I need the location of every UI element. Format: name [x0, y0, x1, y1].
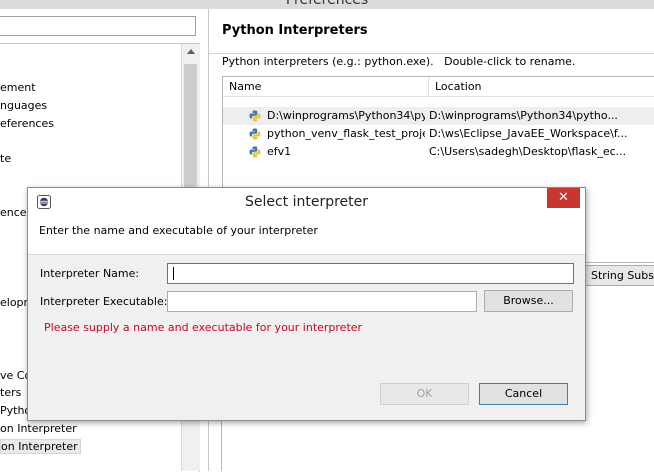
tree-item[interactable]: eferences — [0, 117, 54, 130]
table-row[interactable]: efv1 C:\Users\sadegh\Desktop\flask_ec... — [223, 143, 654, 161]
interpreter-name: D:\winprograms\Python34\py — [267, 109, 425, 122]
dialog-title: Select interpreter — [244, 194, 369, 210]
dialog-titlebar[interactable]: Select interpreter ✕ — [28, 188, 585, 216]
tree-item[interactable]: ters — [0, 386, 21, 399]
dialog-instructions: Enter the name and executable of your in… — [39, 224, 318, 237]
scroll-up-icon[interactable] — [187, 49, 195, 54]
tree-item[interactable]: ence — [0, 206, 27, 219]
tree-item[interactable]: te — [0, 152, 11, 165]
cancel-button[interactable]: Cancel — [479, 383, 568, 405]
preferences-title: Preferences — [285, 0, 369, 8]
filter-input[interactable] — [0, 16, 196, 36]
preferences-titlebar: Preferences — [0, 0, 654, 9]
interpreter-name: python_venv_flask_test_projec — [267, 127, 425, 140]
interpreter-location: C:\Users\sadegh\Desktop\flask_ec... — [429, 145, 627, 158]
dialog-header: Enter the name and executable of your in… — [28, 216, 585, 255]
column-header-name[interactable]: Name — [223, 77, 429, 97]
interpreter-location: D:\ws\Eclipse_JavaEE_Workspace\f... — [429, 127, 628, 140]
tree-item[interactable]: on Interpreter — [0, 422, 77, 435]
table-row[interactable]: D:\winprograms\Python34\py D:\winprogram… — [223, 107, 654, 125]
validation-error: Please supply a name and executable for … — [44, 321, 363, 334]
tree-item-selected[interactable]: on Interpreter — [0, 439, 81, 454]
title-divider — [209, 53, 654, 54]
python-icon — [249, 146, 261, 158]
tree-item[interactable]: elopr — [0, 296, 28, 309]
interpreter-name-input[interactable] — [167, 263, 574, 284]
python-icon — [249, 128, 261, 140]
column-header-location[interactable]: Location — [429, 77, 654, 97]
tree-item[interactable]: ement — [0, 81, 36, 94]
interpreter-name: efv1 — [267, 145, 292, 158]
interpreter-location: D:\winprograms\Python34\pytho... — [429, 109, 618, 122]
interpreter-executable-label: Interpreter Executable: — [40, 295, 168, 308]
browse-button[interactable]: Browse... — [484, 290, 573, 312]
string-substitution-button[interactable]: String Subst — [577, 265, 654, 286]
tree-item[interactable]: nguages — [0, 99, 47, 112]
page-description: Python interpreters (e.g.: python.exe). … — [222, 55, 576, 68]
interpreter-executable-input[interactable] — [167, 291, 477, 312]
text-caret — [173, 267, 174, 280]
page-title: Python Interpreters — [222, 23, 368, 38]
table-row[interactable]: python_venv_flask_test_projec D:\ws\Ecli… — [223, 125, 654, 143]
interpreter-name-label: Interpreter Name: — [40, 267, 140, 280]
python-icon — [249, 110, 261, 122]
select-interpreter-dialog: Select interpreter ✕ Enter the name and … — [27, 187, 586, 421]
close-icon[interactable]: ✕ — [547, 188, 580, 208]
ok-button[interactable]: OK — [380, 383, 469, 405]
